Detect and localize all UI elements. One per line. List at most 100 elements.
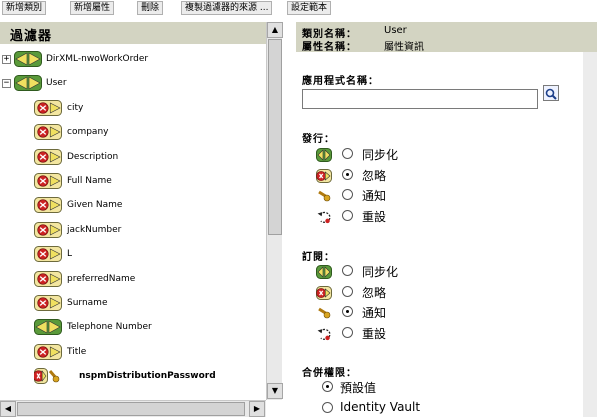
scroll-up-button[interactable]: ▲ <box>267 22 283 38</box>
app-name-label: 應用程式名稱： <box>302 76 379 87</box>
publisher-label: 發行： <box>302 134 335 145</box>
ignore-icon <box>34 343 62 364</box>
tree-attribute-row[interactable]: preferredName <box>0 270 266 290</box>
attribute-name-label: 屬性名稱： <box>302 42 357 53</box>
publisher-radio[interactable] <box>342 189 353 200</box>
publisher-option-label: 同步化 <box>362 148 399 162</box>
subscriber-option[interactable]: 忽略 <box>296 283 576 303</box>
tree-attribute-row[interactable]: jackNumber <box>0 221 266 241</box>
app-search-button[interactable] <box>543 85 559 101</box>
tree-item-label: Surname <box>67 298 108 308</box>
publisher-option[interactable]: 同步化 <box>296 145 576 165</box>
merge-authority-radio[interactable] <box>322 381 333 392</box>
subscriber-option[interactable]: 通知 <box>296 303 576 323</box>
tree-attribute-row[interactable]: company <box>0 123 266 143</box>
subscriber-option-label: 同步化 <box>362 265 399 279</box>
attribute-name-value: 屬性資訊 <box>384 42 424 53</box>
tree-attribute-row[interactable]: Telephone Number <box>0 318 266 338</box>
ignore-icon <box>34 295 62 315</box>
tree-class-row[interactable]: − User <box>0 74 266 94</box>
subscriber-option[interactable]: 重設 <box>296 324 576 344</box>
tree-item-label: nspmDistributionPassword <box>79 371 216 382</box>
add-class-button[interactable]: 新增類別 <box>2 1 47 15</box>
publisher-option[interactable]: 忽略 <box>296 166 576 186</box>
merge-authority-option-label: Identity Vault <box>340 400 421 414</box>
publisher-radio[interactable] <box>342 148 353 159</box>
ignore-icon <box>316 285 332 304</box>
attribute-name-row: 屬性名稱： 屬性資訊 <box>302 38 424 53</box>
tree-attribute-row[interactable]: city <box>0 99 266 119</box>
subscriber-radio[interactable] <box>342 326 353 338</box>
sync-icon <box>316 147 332 166</box>
sync-icon <box>316 264 332 283</box>
merge-authority-option[interactable]: 預設值 <box>296 378 576 398</box>
publisher-radio[interactable] <box>342 168 353 180</box>
scroll-down-button[interactable]: ▼ <box>267 383 283 399</box>
publisher-option-label: 重設 <box>362 209 387 224</box>
horizontal-scroll-thumb[interactable] <box>17 402 245 416</box>
tree-item-label: DirXML-nwoWorkOrder <box>46 54 149 64</box>
reset-icon <box>316 326 332 345</box>
tree-item-label: Description <box>67 151 119 162</box>
subscriber-radio[interactable] <box>342 285 353 297</box>
publisher-option-label: 忽略 <box>362 168 387 183</box>
collapse-icon[interactable]: − <box>2 79 11 89</box>
tree-item-label: preferredName <box>67 273 136 284</box>
scroll-left-button[interactable]: ◀ <box>0 401 16 417</box>
publisher-radio[interactable] <box>342 209 353 221</box>
expand-icon[interactable]: + <box>2 55 11 64</box>
ignore-icon <box>34 270 62 291</box>
ignore-icon <box>34 246 62 266</box>
scroll-right-button[interactable]: ▶ <box>249 401 265 417</box>
filter-horizontal-scrollbar[interactable]: ◀ ▶ <box>0 400 266 417</box>
copy-filter-source-button[interactable]: 複製過濾器的來源 ... <box>181 1 273 15</box>
tree-attribute-row[interactable]: Surname <box>0 294 266 314</box>
tree-item-label: User <box>46 78 67 89</box>
filter-panel: 過濾器 + DirXML-nwoWorkOrder − User city company… <box>0 22 283 417</box>
sync-icon <box>14 75 42 95</box>
merge-authority-option-label: 預設值 <box>340 381 377 395</box>
filter-tree: + DirXML-nwoWorkOrder − User city company Desc… <box>0 44 266 400</box>
app-name-input[interactable] <box>302 89 538 109</box>
tree-item-label: jackNumber <box>67 224 122 235</box>
tree-item-label: Title <box>67 346 87 357</box>
subscriber-option-label: 重設 <box>362 326 387 341</box>
tree-attribute-row[interactable]: L <box>0 245 266 265</box>
subscriber-label: 訂閱： <box>302 252 335 263</box>
publisher-option-label: 通知 <box>362 189 387 203</box>
set-template-button[interactable]: 設定範本 <box>287 1 332 15</box>
filter-panel-title: 過濾器 <box>10 29 53 44</box>
merge-authority-radio[interactable] <box>322 402 333 413</box>
delete-button[interactable]: 刪除 <box>137 1 164 15</box>
merge-authority-option[interactable]: Identity Vault <box>296 399 576 417</box>
notify-icon <box>32 368 48 388</box>
class-name-value: User <box>384 25 407 36</box>
tree-item-label: L <box>67 249 73 260</box>
add-attribute-button[interactable]: 新增屬性 <box>70 1 115 15</box>
notify-icon <box>47 368 61 388</box>
publisher-option[interactable]: 通知 <box>296 186 576 206</box>
publisher-option[interactable]: 重設 <box>296 207 576 227</box>
notify-icon <box>316 305 332 324</box>
tree-attribute-row[interactable]: Full Name <box>0 172 266 192</box>
tree-item-label: Given Name <box>67 200 123 211</box>
ignore-icon <box>34 221 62 242</box>
details-scrollbar[interactable] <box>583 52 597 417</box>
details-header: 類別名稱： User 屬性名稱： 屬性資訊 <box>296 22 597 53</box>
tree-attribute-row[interactable]: nspmDistributionPassword <box>0 367 266 387</box>
ignore-icon <box>34 173 62 193</box>
ignore-icon <box>34 148 62 169</box>
subscriber-radio[interactable] <box>342 265 353 276</box>
tree-attribute-row[interactable]: Title <box>0 343 266 363</box>
tree-item-label: company <box>67 127 109 138</box>
subscriber-option[interactable]: 同步化 <box>296 262 576 282</box>
tree-class-row[interactable]: + DirXML-nwoWorkOrder <box>0 50 266 70</box>
tree-attribute-row[interactable]: Description <box>0 148 266 168</box>
magnifier-icon <box>545 88 557 100</box>
filter-vertical-scrollbar[interactable]: ▲ ▼ <box>266 22 283 400</box>
vertical-scroll-thumb[interactable] <box>268 39 282 235</box>
reset-icon <box>316 209 332 228</box>
tree-attribute-row[interactable]: Given Name <box>0 196 266 216</box>
subscriber-radio[interactable] <box>342 306 353 317</box>
tree-item-label: city <box>67 102 84 113</box>
